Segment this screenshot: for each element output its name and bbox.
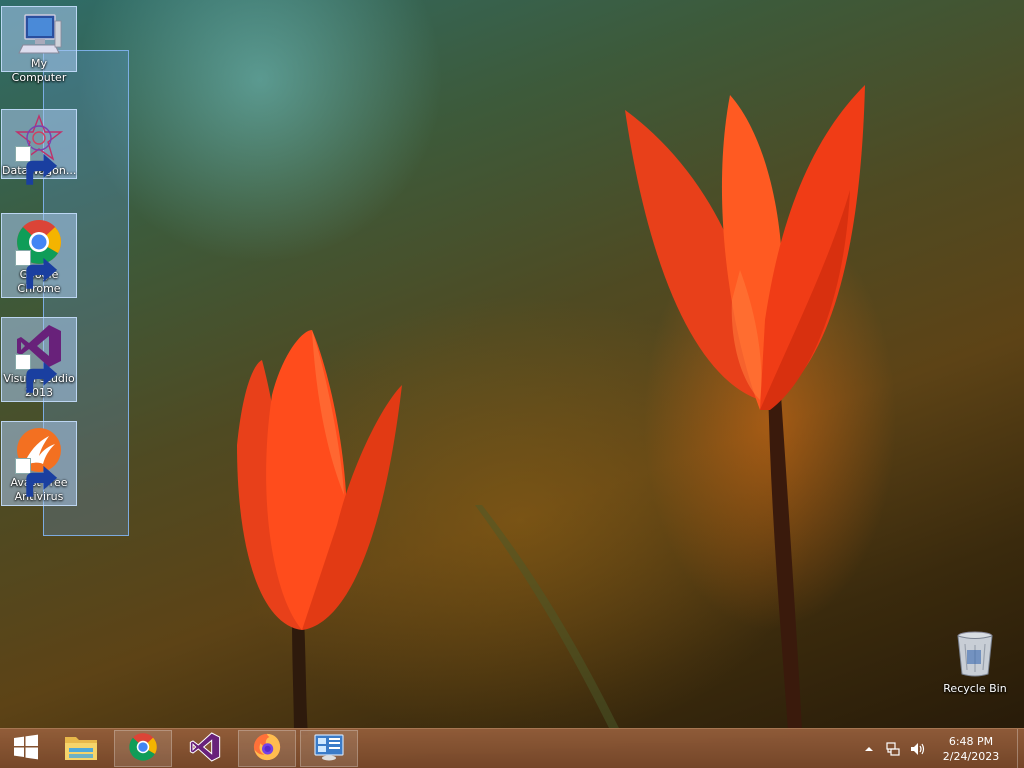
visual-studio-icon — [189, 731, 221, 767]
chrome-icon — [128, 732, 158, 766]
desktop-icon-google-chrome[interactable]: Google Chrome — [1, 213, 77, 298]
shortcut-arrow-icon — [15, 146, 58, 185]
start-button[interactable] — [0, 730, 52, 767]
datawagon-icon — [14, 114, 64, 185]
recycle-bin-icon — [955, 630, 995, 678]
avast-icon — [15, 426, 63, 497]
clock-date: 2/24/2023 — [942, 750, 1000, 763]
wallpaper-tulip-right — [620, 80, 880, 734]
desktop-icon-my-computer[interactable]: My Computer — [1, 6, 77, 84]
clock-time: 6:48 PM — [948, 735, 994, 748]
system-tray: 6:48 PM 2/24/2023 — [857, 729, 1024, 768]
windows-logo-icon — [13, 734, 39, 764]
wallpaper-grass — [470, 500, 630, 734]
shortcut-arrow-icon — [15, 250, 58, 289]
firefox-icon — [252, 732, 282, 766]
control-panel-icon — [313, 732, 345, 766]
chrome-icon — [15, 218, 63, 289]
shortcut-arrow-icon — [15, 458, 58, 497]
desktop[interactable]: My Computer DataWagon... — [0, 0, 1024, 768]
desktop-icon-label: My Computer — [11, 57, 67, 84]
volume-icon[interactable] — [908, 740, 926, 758]
visual-studio-icon — [15, 322, 63, 393]
recycle-bin-label: Recycle Bin — [943, 682, 1007, 695]
desktop-icon-visual-studio-2013[interactable]: Visual Studio 2013 — [1, 317, 77, 402]
taskbar-firefox[interactable] — [238, 730, 296, 767]
taskbar-visual-studio[interactable] — [176, 730, 234, 767]
shortcut-arrow-icon — [15, 354, 58, 393]
taskbar-google-chrome[interactable] — [114, 730, 172, 767]
desktop-icon-recycle-bin[interactable]: Recycle Bin — [937, 630, 1013, 696]
wallpaper-tulip-left — [232, 325, 412, 749]
clock[interactable]: 6:48 PM 2/24/2023 — [933, 734, 1009, 764]
taskbar-control-panel[interactable] — [300, 730, 358, 767]
show-hidden-icons-icon[interactable] — [860, 740, 878, 758]
computer-icon — [15, 11, 63, 55]
desktop-icon-avast-free-antivirus[interactable]: Avast Free Antivirus — [1, 421, 77, 506]
show-desktop-button[interactable] — [1017, 729, 1024, 768]
network-icon[interactable] — [884, 740, 902, 758]
file-explorer-icon — [64, 732, 98, 766]
desktop-icon-datawagon[interactable]: DataWagon... — [1, 109, 77, 185]
taskbar-file-explorer[interactable] — [52, 730, 110, 767]
taskbar: 6:48 PM 2/24/2023 — [0, 728, 1024, 768]
